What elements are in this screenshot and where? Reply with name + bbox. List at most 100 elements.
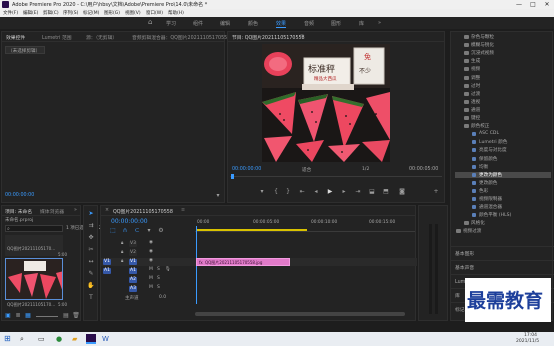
- ripple-edit-tool-icon[interactable]: ✥: [87, 234, 95, 242]
- program-menu-icon[interactable]: ≡: [300, 34, 304, 39]
- track-label[interactable]: A1: [129, 268, 137, 274]
- effects-folder-item[interactable]: 视频过渡: [455, 228, 551, 234]
- new-item-icon[interactable]: ▤: [62, 312, 70, 320]
- home-icon[interactable]: ⌂: [148, 18, 152, 26]
- step-back-icon[interactable]: ◂: [312, 188, 320, 196]
- effects-item[interactable]: 色彩: [455, 188, 551, 194]
- workspace-more-button[interactable]: »: [378, 20, 381, 26]
- track-label[interactable]: A3: [129, 286, 137, 292]
- timeline-clip[interactable]: fx QQ图片20211105170558.jpg: [196, 258, 290, 266]
- effects-item[interactable]: 均衡: [455, 164, 551, 170]
- filter-icon[interactable]: ▾: [214, 192, 222, 200]
- selection-tool-icon[interactable]: ➤: [87, 210, 95, 218]
- project-search-input[interactable]: [5, 225, 63, 232]
- extract-icon[interactable]: ⬒: [382, 188, 390, 196]
- menu-marker[interactable]: 标记(M): [83, 10, 99, 16]
- tab-source[interactable]: 源：（无剪辑）: [86, 34, 117, 41]
- add-marker-icon[interactable]: ▾: [258, 188, 266, 196]
- solo-icon[interactable]: S: [157, 267, 160, 272]
- project-thumbnail-selected[interactable]: [5, 258, 63, 300]
- effects-folder-item[interactable]: 透视: [455, 99, 551, 105]
- effects-folder-item[interactable]: 颜色校正: [455, 123, 551, 129]
- lock-icon[interactable]: 🔒︎: [121, 249, 123, 255]
- menu-window[interactable]: 窗口(W): [146, 10, 163, 16]
- effects-item[interactable]: 通道混合器: [455, 204, 551, 210]
- hand-tool-icon[interactable]: ✋: [87, 282, 95, 290]
- workspace-tab-libraries[interactable]: 库: [359, 20, 364, 27]
- effects-folder-item[interactable]: 模糊与锐化: [455, 42, 551, 48]
- timeline-menu-icon[interactable]: ≡: [181, 208, 185, 213]
- effects-item[interactable]: 颜色平衡 (HLS): [455, 212, 551, 218]
- windows-start-icon[interactable]: ⊞: [4, 334, 11, 343]
- close-button[interactable]: ✕: [540, 0, 554, 9]
- effects-folder-item[interactable]: 杂色与颗粒: [455, 34, 551, 40]
- word-icon[interactable]: W: [102, 335, 109, 343]
- effects-item[interactable]: 视频限制器: [455, 196, 551, 202]
- clock-date[interactable]: 2021/11/5: [516, 339, 539, 344]
- premiere-taskbar-icon[interactable]: [86, 334, 96, 344]
- track-label[interactable]: V2: [129, 250, 137, 256]
- workspace-tab-learn[interactable]: 学习: [166, 20, 176, 27]
- mic-icon[interactable]: 🎙︎: [165, 267, 171, 272]
- snap-icon[interactable]: ∩: [121, 227, 129, 235]
- slip-tool-icon[interactable]: ↔: [87, 258, 95, 266]
- effects-folder-item[interactable]: 过时: [455, 83, 551, 89]
- workspace-tab-effects[interactable]: 效果: [276, 20, 287, 28]
- tab-media-browser[interactable]: 媒体浏览器: [40, 208, 64, 215]
- mute-icon[interactable]: M: [149, 285, 153, 290]
- lock-icon[interactable]: ▣: [4, 312, 12, 320]
- go-to-out-icon[interactable]: ⇥: [354, 188, 362, 196]
- eye-icon[interactable]: ◉: [149, 249, 153, 254]
- mute-icon[interactable]: M: [149, 276, 153, 281]
- step-forward-icon[interactable]: ▸: [340, 188, 348, 196]
- program-scrubber[interactable]: [230, 176, 442, 177]
- play-icon[interactable]: ▶: [326, 188, 334, 196]
- solo-icon[interactable]: S: [157, 276, 160, 281]
- program-timecode-current[interactable]: 00:00:00:00: [232, 167, 261, 172]
- lock-icon[interactable]: 🔒︎: [121, 240, 123, 246]
- effects-item[interactable]: 更改颜色: [455, 180, 551, 186]
- timeline-sequence-tab[interactable]: QQ图片20211105170558: [113, 208, 173, 215]
- button-editor-icon[interactable]: +: [432, 188, 440, 196]
- solo-icon[interactable]: S: [157, 285, 160, 290]
- eye-icon[interactable]: ◉: [149, 258, 153, 263]
- source-patch-a1[interactable]: A1: [103, 268, 111, 274]
- export-frame-icon[interactable]: ◙: [398, 188, 406, 196]
- essential-sound-section[interactable]: 基本声音: [451, 260, 554, 272]
- task-view-icon[interactable]: ▭: [38, 335, 45, 343]
- project-more-button[interactable]: »: [74, 208, 77, 213]
- tab-project[interactable]: 项目: 未命名: [5, 208, 32, 215]
- menu-clip[interactable]: 剪辑(C): [43, 10, 59, 16]
- track-label[interactable]: V3: [129, 241, 137, 247]
- fit-dropdown[interactable]: 适合: [302, 167, 311, 173]
- nest-icon[interactable]: ⬚: [109, 227, 117, 235]
- effects-item[interactable]: 更改为颜色: [455, 171, 551, 179]
- menu-file[interactable]: 文件(F): [3, 10, 18, 16]
- track-label[interactable]: V1: [129, 259, 137, 265]
- lock-icon[interactable]: 🔒︎: [121, 258, 123, 264]
- minimize-button[interactable]: —: [512, 0, 526, 9]
- razor-tool-icon[interactable]: ✂: [87, 246, 95, 254]
- effects-folder-item[interactable]: 过渡: [455, 91, 551, 97]
- program-monitor-title[interactable]: 节目: QQ图片20211105170558: [232, 34, 305, 41]
- pen-tool-icon[interactable]: ✎: [87, 270, 95, 278]
- tab-audio-clip-mixer[interactable]: 音频剪辑混合器：QQ图片20211105170557: [132, 34, 230, 41]
- resolution-dropdown[interactable]: 1/2: [362, 167, 369, 172]
- eye-icon[interactable]: ◉: [149, 240, 153, 245]
- effects-item[interactable]: ASC CDL: [455, 131, 551, 137]
- type-tool-icon[interactable]: T: [87, 294, 95, 302]
- master-volume[interactable]: 0.0: [159, 295, 166, 300]
- effects-folder-item[interactable]: 调整: [455, 75, 551, 81]
- effects-folder-item[interactable]: 键控: [455, 115, 551, 121]
- add-marker-icon[interactable]: ▾: [145, 227, 153, 235]
- track-select-tool-icon[interactable]: ⇉: [87, 222, 95, 230]
- browser-icon[interactable]: ●: [56, 335, 62, 343]
- timeline-ruler[interactable]: 00:00 00:00:05:00 00:00:10:00 00:00:15:0…: [195, 218, 415, 232]
- effects-folder-item[interactable]: 通道: [455, 107, 551, 113]
- program-video-frame[interactable]: 标准秤 免 不少 精品大西瓜: [262, 44, 390, 162]
- mark-out-icon[interactable]: }: [284, 188, 292, 196]
- workspace-tab-editing[interactable]: 编辑: [220, 20, 230, 27]
- timeline-horizontal-scrollbar[interactable]: [195, 312, 405, 316]
- tab-effect-controls[interactable]: 效果控件: [6, 34, 25, 41]
- menu-help[interactable]: 帮助(H): [168, 10, 184, 16]
